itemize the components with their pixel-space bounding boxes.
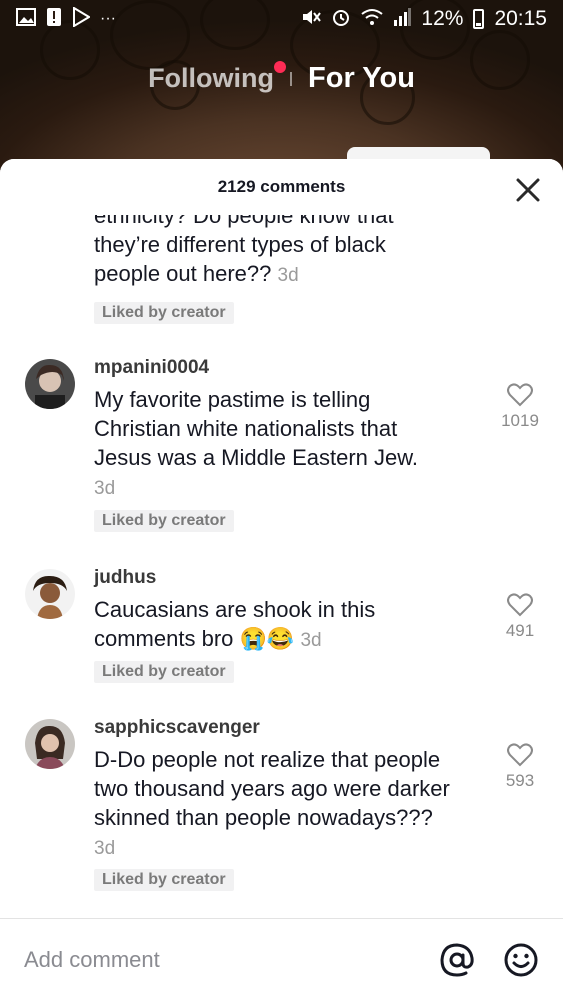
- comment-username[interactable]: judhus: [94, 567, 156, 589]
- comment-timestamp: 3d: [94, 838, 116, 859]
- avatar[interactable]: [25, 359, 75, 409]
- tab-following[interactable]: Following: [148, 61, 287, 94]
- comment-body: ethnicity? Do people know that they’re d…: [94, 215, 394, 286]
- heart-icon: [507, 743, 533, 767]
- comment-text: Caucasians are shook in this comments br…: [94, 595, 454, 655]
- mention-button[interactable]: [439, 942, 475, 978]
- close-icon: [516, 178, 540, 202]
- liked-by-creator-badge: Liked by creator: [94, 510, 234, 532]
- more-dots-icon: ···: [100, 10, 116, 27]
- comment-username[interactable]: sapphicscavenger: [94, 717, 260, 739]
- comment-item: ethnicity? Do people know that they’re d…: [0, 215, 563, 331]
- comment-timestamp: 3d: [300, 630, 322, 651]
- liked-by-creator-badge: Liked by creator: [94, 869, 234, 891]
- status-left: ···: [16, 6, 116, 31]
- tab-separator: [290, 71, 293, 86]
- signal-icon: [393, 8, 412, 30]
- alert-icon: [46, 7, 62, 31]
- comment-text: D-Do people not realize that people two …: [94, 745, 454, 863]
- clock: 20:15: [494, 7, 547, 30]
- tab-for-you[interactable]: For You: [308, 62, 415, 95]
- image-icon: [16, 8, 36, 30]
- comment-item: mpanini0004 My favorite pastime is telli…: [0, 355, 563, 555]
- comment-body: Caucasians are shook in this comments br…: [94, 597, 376, 651]
- comment-timestamp-line: 3d: [94, 472, 454, 503]
- avatar[interactable]: [25, 569, 75, 619]
- comments-sheet: 2129 comments ethnicity? Do people know …: [0, 159, 563, 1000]
- liked-by-creator-badge: Liked by creator: [94, 302, 234, 324]
- add-comment-input[interactable]: Add comment: [24, 947, 411, 973]
- alarm-icon: [331, 7, 351, 31]
- feed-tabs: Following For You: [0, 61, 563, 95]
- comment-timestamp: 3d: [94, 478, 116, 499]
- heart-icon: [507, 593, 533, 617]
- tab-following-label: Following: [148, 63, 275, 93]
- avatar[interactable]: [25, 719, 75, 769]
- comment-emojis: 😭😂: [239, 626, 295, 651]
- emoji-button[interactable]: [503, 942, 539, 978]
- at-sign-icon: [440, 942, 474, 977]
- like-button[interactable]: 491: [495, 593, 545, 641]
- like-count: 491: [505, 621, 535, 640]
- battery-percent: 12%: [421, 7, 464, 30]
- comment-list[interactable]: ethnicity? Do people know that they’re d…: [0, 215, 563, 918]
- like-count: 1019: [501, 411, 539, 430]
- battery-icon: [473, 9, 485, 29]
- comment-body: D-Do people not realize that people two …: [94, 747, 450, 830]
- close-button[interactable]: [515, 177, 541, 203]
- heart-icon: [507, 383, 533, 407]
- notification-dot: [274, 61, 287, 73]
- comments-header: 2129 comments: [0, 159, 563, 215]
- like-button[interactable]: 593: [495, 743, 545, 791]
- comment-body: My favorite pastime is telling Christian…: [94, 387, 419, 470]
- comment-timestamp: 3d: [277, 265, 299, 286]
- comment-text: ethnicity? Do people know that they’re d…: [94, 215, 454, 290]
- play-store-icon: [72, 6, 91, 31]
- comment-count: 2129 comments: [217, 177, 346, 196]
- wifi-icon: [361, 8, 384, 30]
- mute-icon: [301, 8, 322, 30]
- comment-username[interactable]: mpanini0004: [94, 357, 209, 379]
- comment-item: judhus Caucasians are shook in this comm…: [0, 565, 563, 705]
- liked-by-creator-badge: Liked by creator: [94, 661, 234, 683]
- status-right: 12% 20:15: [301, 7, 547, 31]
- like-button[interactable]: 1019: [495, 383, 545, 431]
- comment-input-bar: Add comment: [0, 918, 563, 1000]
- smiley-icon: [504, 943, 538, 976]
- comment-text: My favorite pastime is telling Christian…: [94, 385, 454, 472]
- status-bar: ··· 12% 20:15: [0, 0, 563, 38]
- like-count: 593: [505, 771, 535, 790]
- comment-item: sapphicscavenger D-Do people not realize…: [0, 715, 563, 905]
